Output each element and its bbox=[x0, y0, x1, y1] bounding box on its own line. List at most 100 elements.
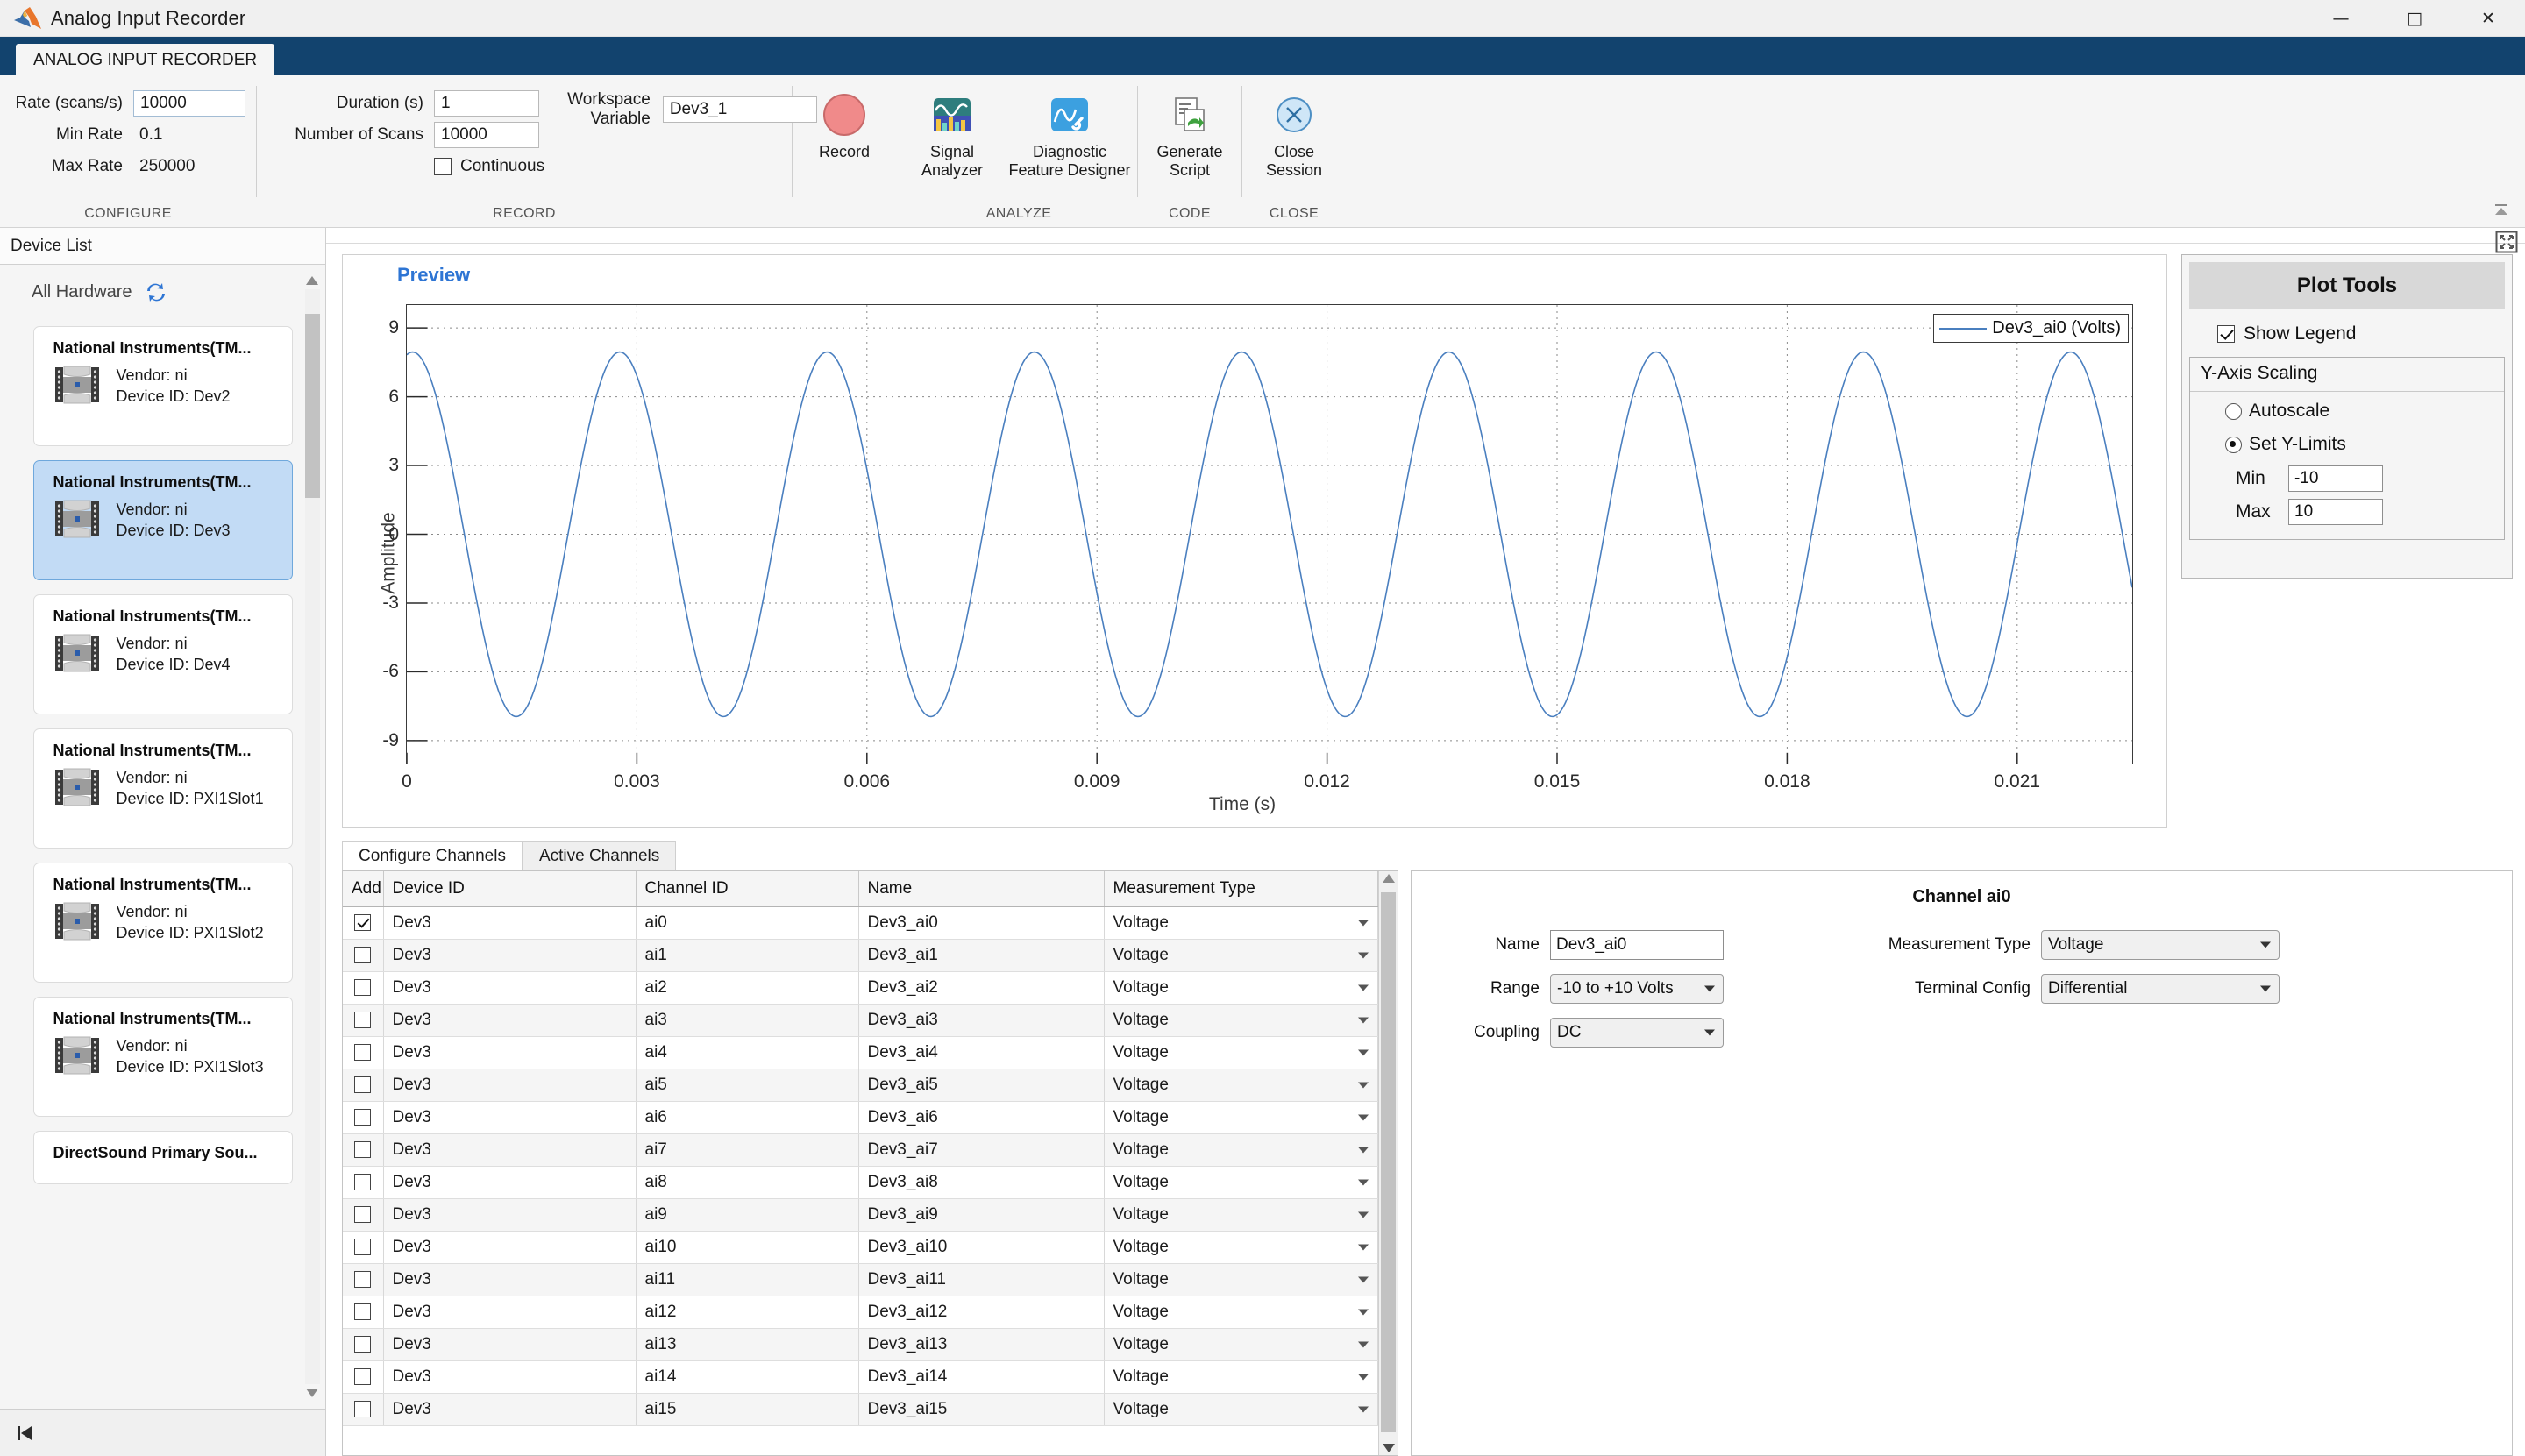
channel-name-input[interactable] bbox=[1550, 930, 1724, 960]
device-card[interactable]: National Instruments(TM... Vendor: ni Devi… bbox=[32, 728, 293, 849]
add-channel-checkbox[interactable] bbox=[354, 1076, 372, 1094]
show-legend-row[interactable]: Show Legend bbox=[2189, 309, 2505, 357]
table-row[interactable]: Dev3 ai3 Dev3_ai3 Voltage bbox=[343, 1004, 1378, 1037]
cell-add[interactable] bbox=[343, 906, 384, 940]
chevron-down-icon[interactable] bbox=[1358, 1147, 1369, 1154]
table-row[interactable]: Dev3 ai2 Dev3_ai2 Voltage bbox=[343, 971, 1378, 1005]
table-row[interactable]: Dev3 ai0 Dev3_ai0 Voltage bbox=[343, 906, 1378, 940]
cell-measurement-type[interactable]: Voltage bbox=[1104, 1069, 1378, 1102]
cell-add[interactable] bbox=[343, 971, 384, 1005]
table-row[interactable]: Dev3 ai5 Dev3_ai5 Voltage bbox=[343, 1069, 1378, 1102]
device-list-scroll-area[interactable]: All Hardware National Instruments(TM... V… bbox=[0, 265, 325, 1409]
scrollbar-thumb[interactable] bbox=[305, 314, 320, 498]
add-channel-checkbox[interactable] bbox=[354, 1109, 372, 1126]
chevron-down-icon[interactable] bbox=[1358, 1276, 1369, 1283]
chevron-down-icon[interactable] bbox=[1358, 1049, 1369, 1056]
set-ylimits-row[interactable]: Set Y-Limits bbox=[2190, 425, 2504, 458]
chevron-down-icon[interactable] bbox=[1358, 1082, 1369, 1089]
chevron-down-icon[interactable] bbox=[1358, 920, 1369, 927]
set-ylimits-radio[interactable] bbox=[2225, 436, 2242, 453]
duration-input[interactable] bbox=[434, 90, 539, 117]
cell-add[interactable] bbox=[343, 1296, 384, 1329]
table-row[interactable]: Dev3 ai13 Dev3_ai13 Voltage bbox=[343, 1328, 1378, 1361]
table-row[interactable]: Dev3 ai4 Dev3_ai4 Voltage bbox=[343, 1036, 1378, 1069]
add-channel-checkbox[interactable] bbox=[354, 1368, 372, 1386]
table-row[interactable]: Dev3 ai7 Dev3_ai7 Voltage bbox=[343, 1133, 1378, 1167]
chevron-down-icon[interactable] bbox=[1358, 1211, 1369, 1218]
collapse-ribbon-button[interactable] bbox=[2490, 201, 2513, 220]
scroll-up-arrow[interactable] bbox=[302, 272, 322, 289]
add-channel-checkbox[interactable] bbox=[354, 1174, 372, 1191]
table-row[interactable]: Dev3 ai8 Dev3_ai8 Voltage bbox=[343, 1166, 1378, 1199]
chevron-down-icon[interactable] bbox=[1358, 1406, 1369, 1413]
cell-add[interactable] bbox=[343, 1133, 384, 1167]
table-scrollbar-thumb[interactable] bbox=[1381, 892, 1396, 1432]
device-card[interactable]: National Instruments(TM... Vendor: ni Devi… bbox=[32, 326, 293, 446]
add-channel-checkbox[interactable] bbox=[354, 1141, 372, 1159]
add-channel-checkbox[interactable] bbox=[354, 1336, 372, 1353]
cell-add[interactable] bbox=[343, 1101, 384, 1134]
cell-measurement-type[interactable]: Voltage bbox=[1104, 1393, 1378, 1426]
cell-measurement-type[interactable]: Voltage bbox=[1104, 1328, 1378, 1361]
cell-add[interactable] bbox=[343, 1004, 384, 1037]
cell-measurement-type[interactable]: Voltage bbox=[1104, 906, 1378, 940]
autoscale-radio[interactable] bbox=[2225, 402, 2242, 420]
cell-measurement-type[interactable]: Voltage bbox=[1104, 1036, 1378, 1069]
chevron-down-icon[interactable] bbox=[1358, 984, 1369, 991]
chevron-down-icon[interactable] bbox=[1358, 1179, 1369, 1186]
device-list-scrollbar[interactable] bbox=[302, 272, 322, 1402]
diagnostic-feature-designer-button[interactable]: Diagnostic Feature Designer bbox=[1004, 88, 1135, 180]
chevron-down-icon[interactable] bbox=[1358, 952, 1369, 959]
table-row[interactable]: Dev3 ai14 Dev3_ai14 Voltage bbox=[343, 1360, 1378, 1394]
cell-add[interactable] bbox=[343, 939, 384, 972]
refresh-icon[interactable] bbox=[144, 281, 168, 303]
cell-measurement-type[interactable]: Voltage bbox=[1104, 939, 1378, 972]
cell-add[interactable] bbox=[343, 1036, 384, 1069]
table-row[interactable]: Dev3 ai9 Dev3_ai9 Voltage bbox=[343, 1198, 1378, 1232]
ymin-input[interactable] bbox=[2288, 465, 2383, 492]
device-card[interactable]: National Instruments(TM... Vendor: ni Devi… bbox=[32, 460, 293, 580]
table-row[interactable]: Dev3 ai15 Dev3_ai15 Voltage bbox=[343, 1393, 1378, 1426]
table-row[interactable]: Dev3 ai11 Dev3_ai11 Voltage bbox=[343, 1263, 1378, 1296]
cell-add[interactable] bbox=[343, 1393, 384, 1426]
autoscale-row[interactable]: Autoscale bbox=[2190, 392, 2504, 425]
show-legend-checkbox[interactable] bbox=[2217, 325, 2235, 343]
table-row[interactable]: Dev3 ai1 Dev3_ai1 Voltage bbox=[343, 939, 1378, 972]
device-card[interactable]: National Instruments(TM... Vendor: ni Devi… bbox=[32, 594, 293, 714]
chevron-down-icon[interactable] bbox=[1358, 1374, 1369, 1381]
channel-range-select[interactable]: -10 to +10 Volts bbox=[1550, 974, 1724, 1004]
tab-analog-input-recorder[interactable]: ANALOG INPUT RECORDER bbox=[16, 44, 275, 75]
chevron-down-icon[interactable] bbox=[1358, 1341, 1369, 1348]
cell-add[interactable] bbox=[343, 1231, 384, 1264]
scroll-down-arrow[interactable] bbox=[302, 1384, 322, 1402]
table-row[interactable]: Dev3 ai10 Dev3_ai10 Voltage bbox=[343, 1231, 1378, 1264]
continuous-checkbox[interactable] bbox=[434, 158, 452, 175]
maximize-panel-icon[interactable] bbox=[2495, 231, 2518, 253]
cell-measurement-type[interactable]: Voltage bbox=[1104, 1296, 1378, 1329]
chevron-down-icon[interactable] bbox=[1358, 1114, 1369, 1121]
ymax-input[interactable] bbox=[2288, 499, 2383, 525]
add-channel-checkbox[interactable] bbox=[354, 1303, 372, 1321]
cell-measurement-type[interactable]: Voltage bbox=[1104, 1231, 1378, 1264]
cell-add[interactable] bbox=[343, 1263, 384, 1296]
device-card[interactable]: DirectSound Primary Sou... bbox=[32, 1131, 293, 1184]
cell-add[interactable] bbox=[343, 1198, 384, 1232]
cell-measurement-type[interactable]: Voltage bbox=[1104, 1360, 1378, 1394]
generate-script-button[interactable]: Generate Script bbox=[1138, 88, 1241, 180]
channel-table-scrollbar[interactable] bbox=[1378, 871, 1398, 1455]
measurement-type-select[interactable]: Voltage bbox=[2041, 930, 2280, 960]
plot-legend[interactable]: Dev3_ai0 (Volts) bbox=[1933, 314, 2129, 343]
record-button[interactable]: Record bbox=[793, 88, 896, 161]
chevron-down-icon[interactable] bbox=[1358, 1017, 1369, 1024]
cell-measurement-type[interactable]: Voltage bbox=[1104, 1198, 1378, 1232]
terminal-config-select[interactable]: Differential bbox=[2041, 974, 2280, 1004]
channel-table-scroll[interactable]: Add Device ID Channel ID Name Measuremen… bbox=[343, 871, 1378, 1455]
add-channel-checkbox[interactable] bbox=[354, 1044, 372, 1062]
table-scroll-down-arrow[interactable] bbox=[1382, 1443, 1396, 1453]
rate-input[interactable] bbox=[133, 90, 245, 117]
scroll-to-start-icon[interactable] bbox=[14, 1423, 37, 1444]
tab-configure-channels[interactable]: Configure Channels bbox=[342, 841, 523, 870]
device-card[interactable]: National Instruments(TM... Vendor: ni Devi… bbox=[32, 997, 293, 1117]
add-channel-checkbox[interactable] bbox=[354, 979, 372, 997]
cell-measurement-type[interactable]: Voltage bbox=[1104, 1166, 1378, 1199]
